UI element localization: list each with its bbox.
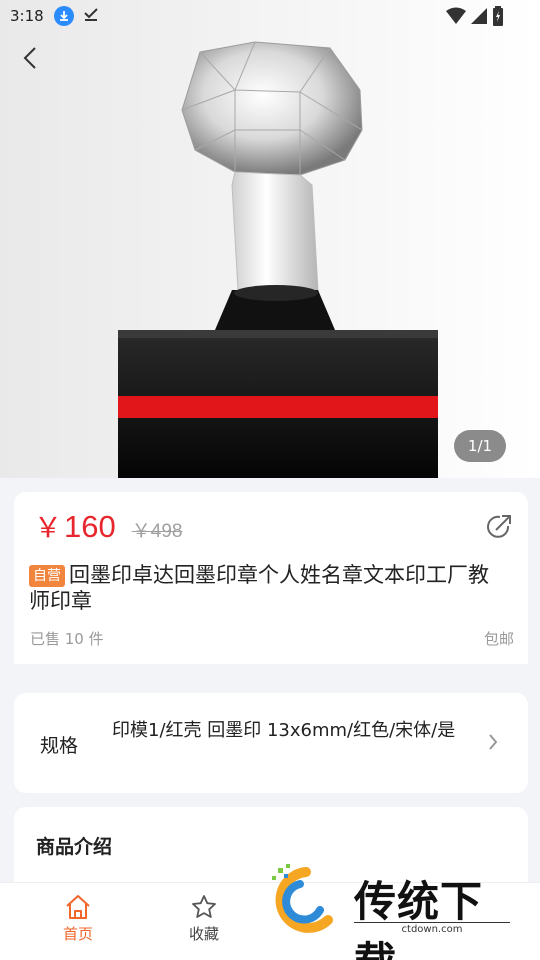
battery-icon	[493, 6, 503, 26]
nav-favorites[interactable]: 收藏	[169, 891, 239, 944]
price-value: 160	[64, 509, 116, 544]
watermark-text: 传统下载	[354, 877, 484, 960]
product-title-text: 回墨印卓达回墨印章个人姓名章文本印工厂教师印章	[29, 563, 489, 613]
chevron-left-icon	[23, 47, 36, 69]
wifi-icon	[446, 7, 466, 24]
status-bar: 3:18	[0, 0, 540, 32]
image-counter: 1/1	[454, 430, 506, 462]
back-button[interactable]	[14, 42, 46, 74]
chevron-right-icon	[488, 733, 498, 755]
watermark-site: ctdown.com	[354, 922, 510, 935]
spec-selector[interactable]: 规格 印模1/红壳 回墨印 13x6mm/红色/宋体/是	[14, 693, 528, 793]
status-icons	[446, 6, 504, 26]
star-icon	[169, 891, 239, 923]
nav-home-label: 首页	[62, 925, 93, 943]
spec-label: 规格	[40, 735, 79, 757]
spec-value: 印模1/红壳 回墨印 13x6mm/红色/宋体/是	[112, 720, 456, 741]
free-shipping-label: 包邮	[483, 630, 514, 648]
checkmark-icon	[82, 5, 100, 27]
stamp-photo	[0, 0, 540, 478]
current-price: ￥160	[34, 506, 116, 546]
product-image[interactable]	[0, 0, 540, 478]
nav-home[interactable]: 首页	[43, 891, 113, 944]
self-operated-badge: 自营	[29, 565, 65, 587]
price-card: ￥160 ￥498 自营 回墨印卓达回墨印章个人姓名章文本印工厂教师印章 已售 1…	[14, 492, 528, 664]
intro-title: 商品介绍	[36, 836, 113, 858]
product-title: 自营 回墨印卓达回墨印章个人姓名章文本印工厂教师印章	[29, 562, 509, 614]
original-price: ￥498	[131, 521, 183, 542]
nav-favorites-label: 收藏	[188, 925, 219, 943]
share-button[interactable]	[484, 512, 514, 542]
download-icon	[53, 6, 74, 26]
sold-count: 已售 10 件	[30, 630, 104, 648]
share-icon	[487, 515, 511, 538]
price-row: ￥160 ￥498	[34, 506, 182, 546]
home-icon	[43, 891, 113, 923]
status-time: 3:18	[10, 7, 44, 25]
watermark: 传统下载 ctdown.com	[266, 862, 516, 960]
signal-icon	[471, 8, 487, 24]
watermark-logo	[272, 864, 333, 933]
price-symbol: ￥	[34, 512, 63, 543]
